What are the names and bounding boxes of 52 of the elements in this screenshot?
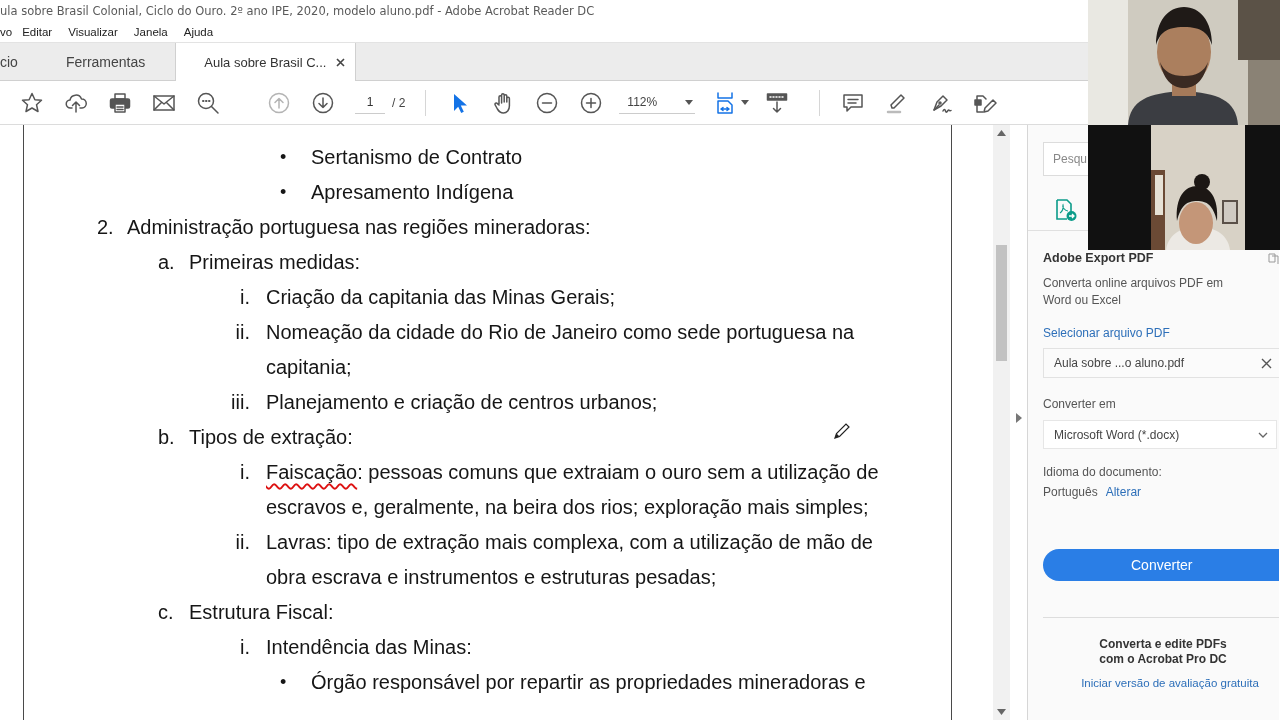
menu-item[interactable]: Janela xyxy=(133,26,168,38)
tab[interactable]: cio xyxy=(0,43,52,80)
list-item-text: Nomeação da cidade do Rio de Janeiro como sede portuguesa na capitania; xyxy=(266,320,856,380)
field-label: Converter em xyxy=(1043,397,1117,411)
change-language-link[interactable]: Alterar xyxy=(1105,485,1142,499)
select-file-link[interactable]: Selecionar arquivo PDF xyxy=(1043,326,1279,340)
menu-item[interactable]: Visualizar xyxy=(68,26,118,38)
list-item-text: Sertanismo de Contrato xyxy=(311,145,523,170)
list-item-text: Criação da capitania das Minas Gerais; xyxy=(266,285,616,310)
promo-text: Converta e edite PDFs xyxy=(1099,637,1227,652)
convert-button[interactable]: Converter xyxy=(1043,549,1279,581)
field-label: Idioma do documento: xyxy=(1043,465,1163,479)
tab[interactable]: Aula sobre Brasil C... xyxy=(175,43,357,81)
list-item-text: Planejamento e criação de centros urbanos; xyxy=(266,390,658,415)
list-marker: b. xyxy=(158,425,176,450)
list-item-text: Intendência das Minas: xyxy=(266,635,472,660)
list-marker: 2. xyxy=(97,215,115,240)
trial-link[interactable]: Iniciar versão de avaliação gratuita xyxy=(1081,677,1259,689)
list-item-text: Apresamento Indígena xyxy=(311,180,514,205)
menu-item[interactable]: Editar xyxy=(22,26,53,38)
list-marker: • xyxy=(280,671,288,694)
zoom-dropdown[interactable]: 112% xyxy=(619,91,696,114)
tab[interactable]: Ferramentas xyxy=(51,43,160,80)
language-value: Português xyxy=(1043,485,1098,499)
list-marker: ii. xyxy=(234,530,250,555)
list-marker: a. xyxy=(158,250,176,275)
list-item-text: Lavras: tipo de extração mais complexa, com a utilização de mão de obra escrava e instrumentos e estruturas pesadas; xyxy=(266,530,874,590)
window-title: ula sobre Brasil Colonial, Ciclo do Ouro. 2º ano IPE, 2020, modelo aluno.pdf - Adobe Acrobat Reader DC xyxy=(0,3,596,20)
format-dropdown[interactable]: Microsoft Word (*.docx) xyxy=(1043,420,1277,449)
list-item-text: Estrutura Fiscal: xyxy=(189,600,334,625)
menu-item[interactable]: Ajuda xyxy=(183,26,214,38)
list-marker: c. xyxy=(158,600,175,625)
file-field[interactable]: Aula sobre ...o aluno.pdf xyxy=(1043,348,1279,378)
list-item-text: Faiscação: pessoas comuns que extraiam o ouro sem a utilização de escravos e, geralmente, na beira dos rios; exploração mais simples; xyxy=(266,460,880,520)
list-marker: iii. xyxy=(230,390,250,415)
promo-text: com o Acrobat Pro DC xyxy=(1099,652,1227,667)
list-item-text: Administração portuguesa nas regiões mineradoras: xyxy=(127,215,591,240)
list-item-text: Tipos de extração: xyxy=(189,425,353,450)
panel-description: Converta online arquivos PDF em Word ou Excel xyxy=(1043,275,1225,309)
list-marker: • xyxy=(280,181,288,204)
menu-item[interactable]: vo xyxy=(0,26,13,38)
page-number-field[interactable]: 1 xyxy=(355,91,385,114)
list-marker: ii. xyxy=(234,320,250,345)
list-marker: i. xyxy=(239,460,250,485)
page-count: / 2 xyxy=(392,95,406,110)
list-marker: i. xyxy=(239,635,250,660)
list-marker: • xyxy=(280,146,288,169)
list-marker: i. xyxy=(239,285,250,310)
list-item-text: Órgão responsável por repartir as propriedades mineradoras e xyxy=(311,670,866,695)
panel-title: Adobe Export PDF xyxy=(1043,251,1154,265)
search-field[interactable]: Pesqu xyxy=(1043,142,1088,176)
list-item-text: Primeiras medidas: xyxy=(189,250,361,275)
